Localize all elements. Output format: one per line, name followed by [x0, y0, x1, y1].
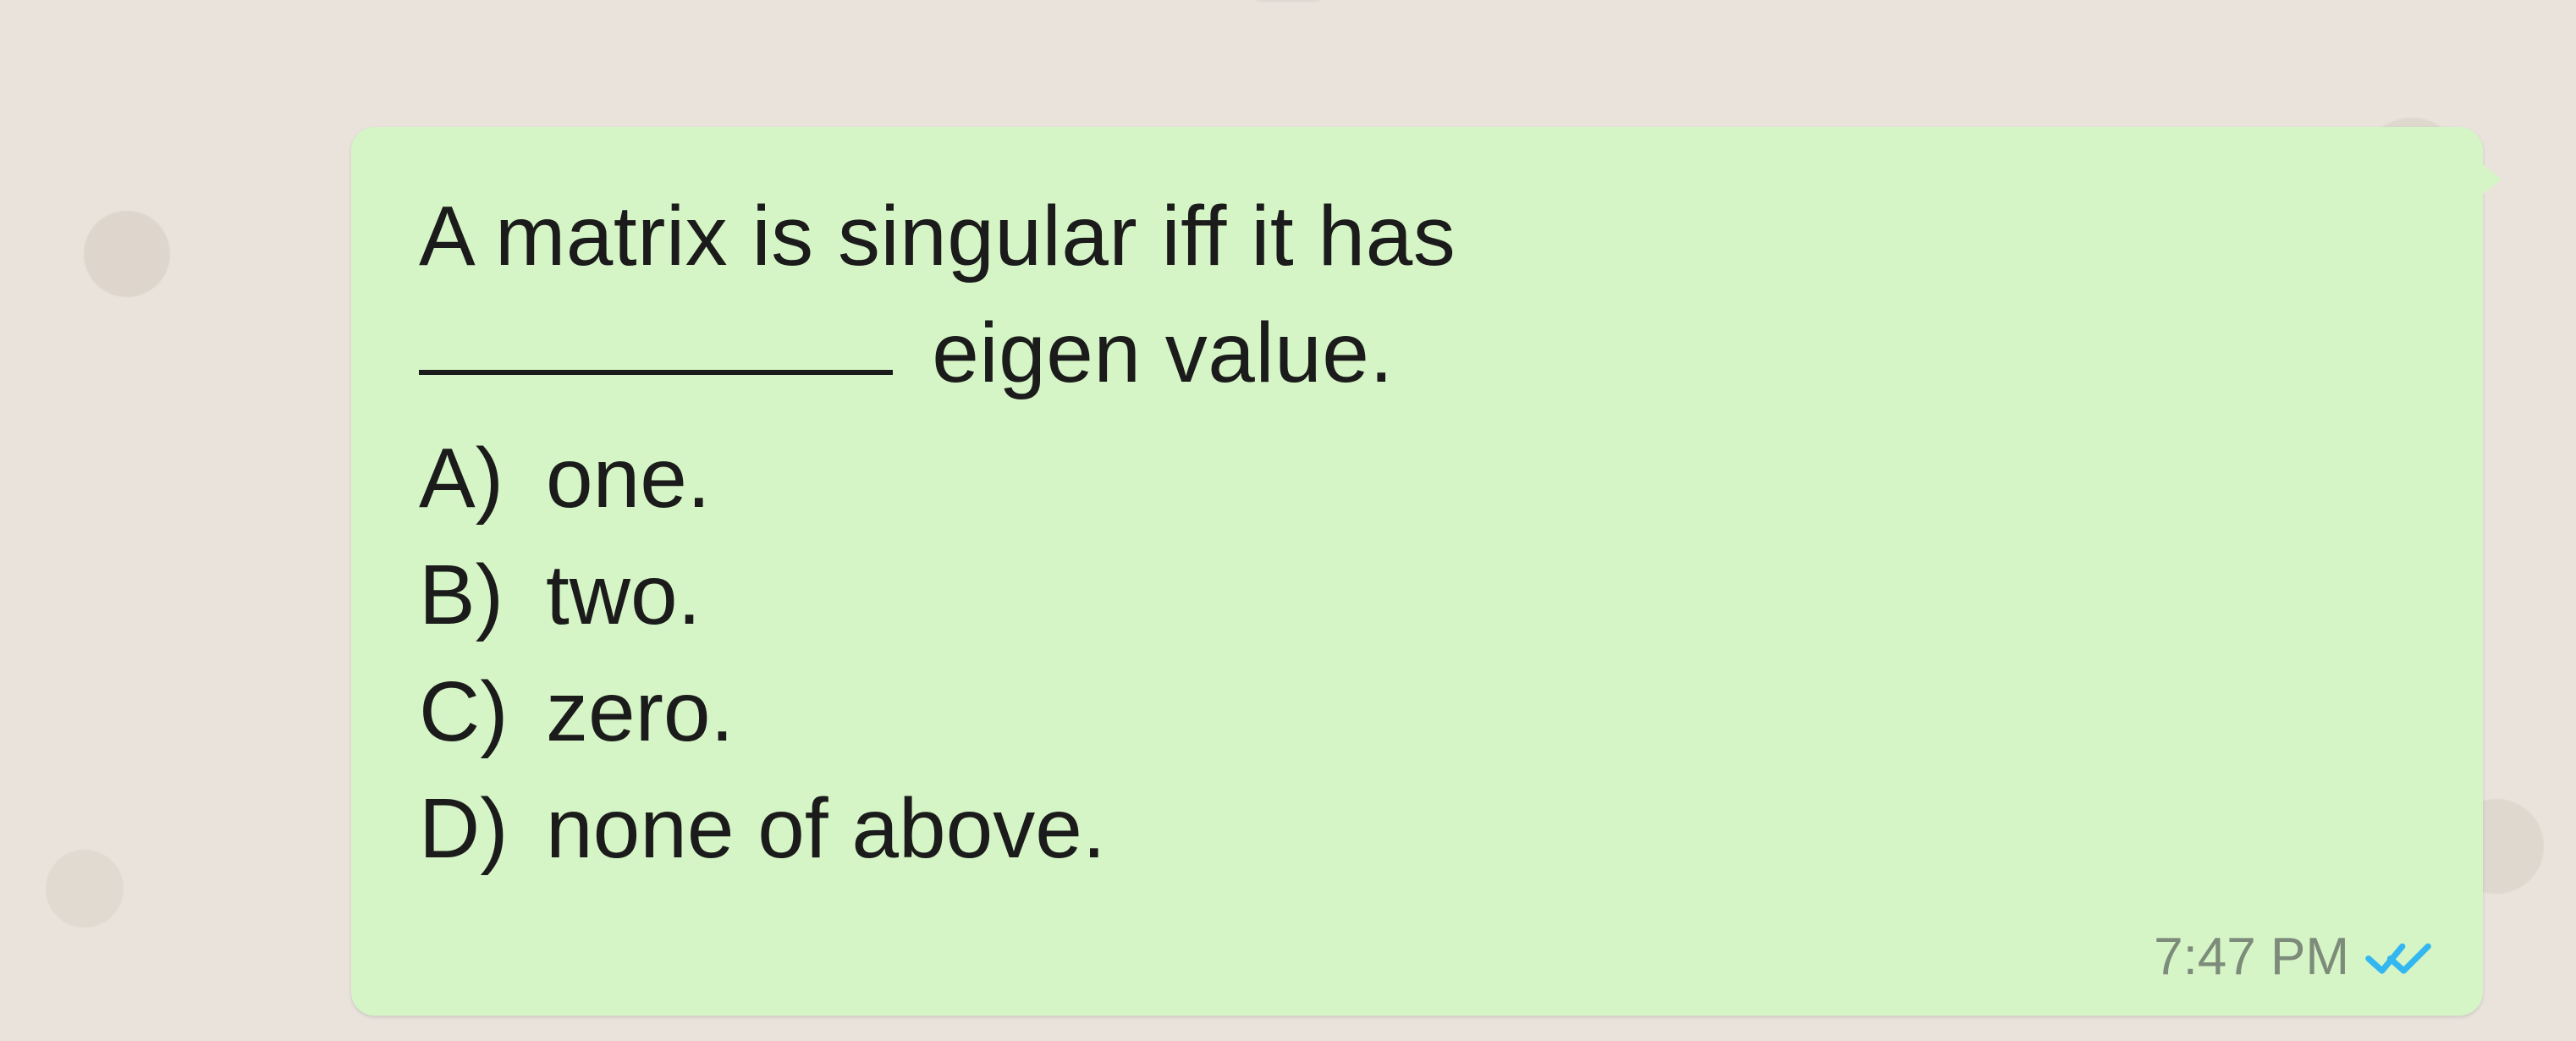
question-line-2-suffix: eigen value.	[932, 306, 1393, 400]
fill-in-blank	[419, 370, 893, 375]
message-meta: 7:47 PM	[2154, 927, 2432, 987]
option-label: A)	[419, 420, 546, 537]
option-c: C) zero.	[419, 653, 2415, 770]
read-receipt-icon	[2364, 934, 2432, 981]
option-text: zero.	[546, 653, 734, 770]
option-text: two.	[546, 537, 701, 653]
option-text: one.	[546, 420, 711, 537]
option-label: D)	[419, 770, 546, 887]
message-timestamp: 7:47 PM	[2154, 927, 2349, 987]
option-label: B)	[419, 537, 546, 653]
option-label: C)	[419, 653, 546, 770]
option-a: A) one.	[419, 420, 2415, 537]
option-b: B) two.	[419, 537, 2415, 653]
question-line-1: A matrix is singular iff it has	[419, 178, 2415, 295]
question-line-2: eigen value.	[419, 295, 2415, 411]
options-list: A) one. B) two. C) zero. D) none of abov…	[419, 420, 2415, 887]
option-text: none of above.	[546, 770, 1106, 887]
outgoing-message-bubble[interactable]: A matrix is singular iff it has eigen va…	[351, 127, 2483, 1016]
option-d: D) none of above.	[419, 770, 2415, 887]
message-text: A matrix is singular iff it has eigen va…	[419, 178, 2415, 411]
